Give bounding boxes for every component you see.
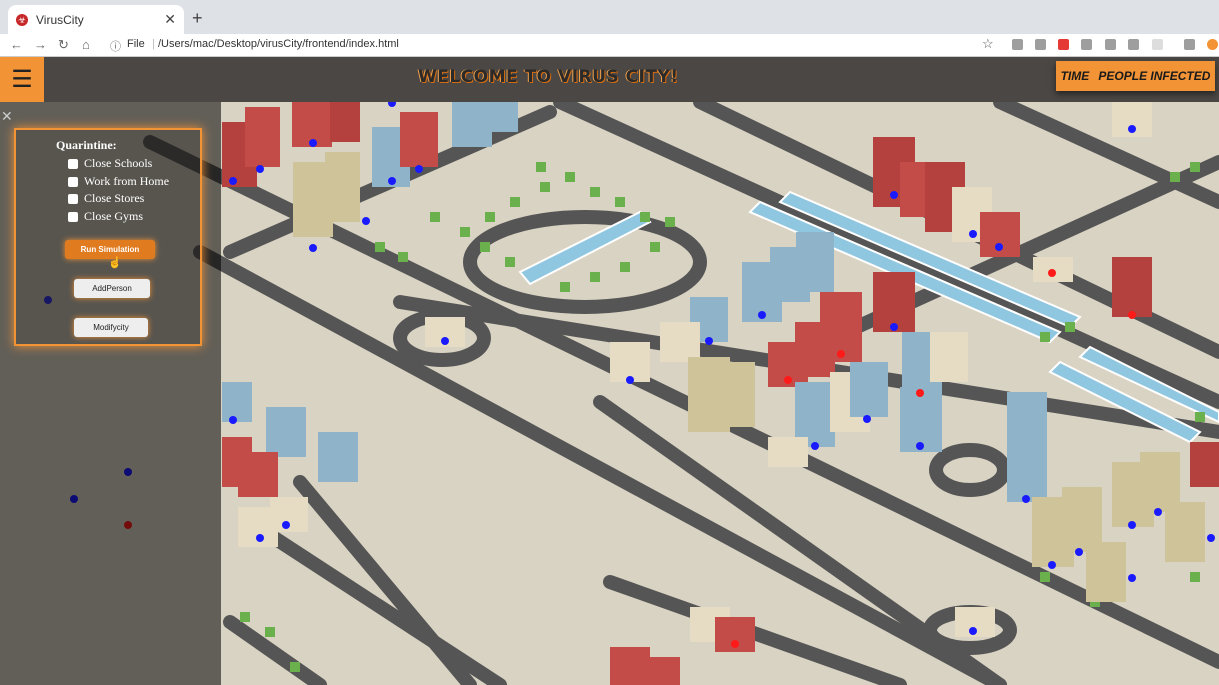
extension-icon[interactable] (1035, 39, 1046, 50)
checkbox[interactable] (68, 176, 78, 187)
extension-icon[interactable] (1128, 39, 1139, 50)
option-label: Close Stores (84, 191, 145, 205)
extension-icon[interactable] (1184, 39, 1195, 50)
add-person-button[interactable]: AddPerson (74, 279, 150, 298)
checkbox[interactable] (68, 193, 78, 204)
extension-icon[interactable] (1152, 39, 1163, 50)
browser-tabbar: ☣ VirusCity ✕ + (0, 0, 1219, 34)
browser-tab[interactable]: ☣ VirusCity ✕ (8, 5, 184, 34)
time-label: TIME (1060, 69, 1090, 83)
address-bar: ← → ↻ ⌂ ⓘ File | /Users/mac/Desktop/viru… (0, 34, 1219, 57)
bookmark-star-icon[interactable]: ☆ (982, 36, 994, 52)
extension-icon[interactable] (1081, 39, 1092, 50)
home-icon[interactable]: ⌂ (82, 37, 90, 52)
stats-panel: TIME PEOPLE INFECTED (1056, 61, 1215, 91)
people-infected-label: PEOPLE INFECTED (1098, 69, 1211, 83)
option-label: Close Schools (84, 156, 153, 170)
url-divider: | (152, 38, 155, 50)
tab-title: VirusCity (36, 12, 84, 27)
game-header: ☰ WELCOME TO VIRUS CITY! TIME PEOPLE INF… (0, 57, 1219, 102)
option-label: Work from Home (84, 174, 170, 188)
option-close-gyms[interactable]: Close Gyms (68, 209, 143, 224)
info-icon: ⓘ (110, 41, 121, 53)
url-scheme: File (127, 38, 145, 50)
biohazard-icon: ☣ (16, 13, 28, 26)
close-tab-icon[interactable]: ✕ (164, 11, 176, 28)
checkbox[interactable] (68, 211, 78, 222)
option-close-stores[interactable]: Close Stores (68, 191, 144, 206)
extension-icon[interactable] (1012, 39, 1023, 50)
option-work-from-home[interactable]: Work from Home (68, 174, 169, 189)
option-close-schools[interactable]: Close Schools (68, 156, 152, 171)
url-input[interactable]: /Users/mac/Desktop/virusCity/frontend/in… (158, 38, 399, 50)
hamburger-menu-icon[interactable]: ☰ (0, 57, 44, 102)
forward-icon[interactable]: → (34, 37, 47, 52)
quarantine-panel: Quarintine: Close Schools Work from Home… (14, 128, 202, 346)
hand-cursor-icon: ☝ (108, 257, 122, 269)
modify-city-button[interactable]: Modifycity (74, 318, 148, 337)
new-tab-icon[interactable]: + (192, 8, 203, 29)
checkbox[interactable] (68, 158, 78, 169)
option-label: Close Gyms (84, 209, 144, 223)
game-title: WELCOME TO VIRUS CITY! (418, 67, 679, 87)
extension-icon[interactable] (1105, 39, 1116, 50)
panel-title: Quarintine: (56, 138, 117, 152)
close-panel-icon[interactable]: ✕ (1, 108, 13, 125)
profile-icon[interactable] (1207, 39, 1218, 50)
reload-icon[interactable]: ↻ (58, 37, 69, 53)
extension-icon[interactable] (1058, 39, 1069, 50)
back-icon[interactable]: ← (10, 37, 23, 52)
